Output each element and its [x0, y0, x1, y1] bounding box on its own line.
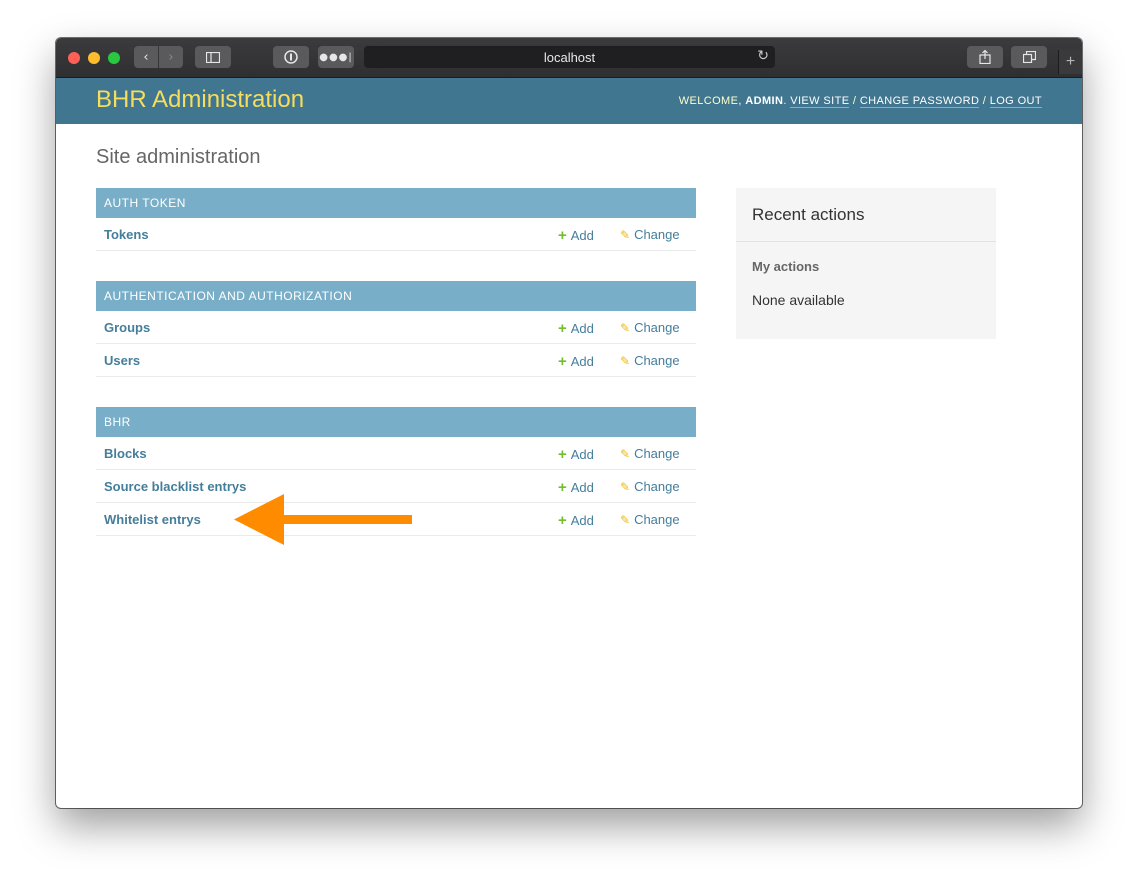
- module-caption[interactable]: BHR: [96, 407, 696, 437]
- add-label: Add: [570, 321, 594, 336]
- module-caption[interactable]: Authentication and Authorization: [96, 281, 696, 311]
- pencil-icon: ✎: [620, 354, 631, 368]
- share-button[interactable]: [967, 46, 1003, 68]
- pencil-icon: ✎: [620, 513, 631, 527]
- change-link[interactable]: ✎ Change: [620, 320, 680, 335]
- table-row: Blocks + Add ✎ Change: [96, 437, 696, 470]
- maximize-window-button[interactable]: [108, 52, 120, 64]
- model-link-whitelist-entrys[interactable]: Whitelist entrys: [104, 512, 201, 527]
- sidebar-toggle-button[interactable]: [195, 46, 231, 68]
- add-link[interactable]: + Add: [558, 353, 594, 370]
- close-window-button[interactable]: [68, 52, 80, 64]
- pencil-icon: ✎: [620, 480, 631, 494]
- change-link[interactable]: ✎ Change: [620, 446, 680, 461]
- change-label: Change: [634, 512, 680, 527]
- address-bar[interactable]: localhost ↻: [364, 46, 775, 68]
- separator: /: [849, 95, 860, 107]
- browser-toolbar: ‹ › ●●●| localhost ↻ +: [56, 38, 1082, 78]
- change-label: Change: [634, 479, 680, 494]
- change-label: Change: [634, 227, 680, 242]
- plus-icon: +: [1065, 53, 1076, 70]
- plus-icon: +: [558, 353, 567, 370]
- plus-icon: +: [558, 446, 567, 463]
- add-link[interactable]: + Add: [558, 320, 594, 337]
- page-title: Site administration: [96, 146, 261, 168]
- table-row: Tokens + Add ✎ Change: [96, 218, 696, 251]
- change-link[interactable]: ✎ Change: [620, 512, 680, 527]
- no-actions-text: None available: [752, 292, 845, 308]
- admin-header: BHR Administration Welcome, admin. View …: [56, 78, 1082, 124]
- welcome-text: Welcome,: [678, 95, 746, 107]
- tab-overview-button[interactable]: [1011, 46, 1047, 68]
- site-brand[interactable]: BHR Administration: [96, 86, 304, 114]
- url-text: localhost: [543, 49, 596, 65]
- add-label: Add: [570, 228, 594, 243]
- add-link[interactable]: + Add: [558, 227, 594, 244]
- plus-icon: +: [558, 512, 567, 529]
- forward-button[interactable]: ›: [159, 46, 183, 68]
- plus-icon: +: [558, 320, 567, 337]
- change-link[interactable]: ✎ Change: [620, 353, 680, 368]
- view-site-link[interactable]: View site: [790, 95, 850, 108]
- separator: /: [979, 95, 990, 107]
- back-button[interactable]: ‹: [134, 46, 158, 68]
- more-icon: ●●●|: [319, 51, 353, 63]
- change-label: Change: [634, 446, 680, 461]
- password-manager-button[interactable]: [273, 46, 309, 68]
- minimize-window-button[interactable]: [88, 52, 100, 64]
- add-link[interactable]: + Add: [558, 446, 594, 463]
- model-link-groups[interactable]: Groups: [104, 320, 150, 335]
- pencil-icon: ✎: [620, 447, 631, 461]
- new-tab-button[interactable]: +: [1058, 50, 1082, 74]
- module-caption[interactable]: Auth Token: [96, 188, 696, 218]
- username: admin: [745, 95, 784, 107]
- change-link[interactable]: ✎ Change: [620, 227, 680, 242]
- recent-actions-title: Recent actions: [736, 188, 996, 242]
- add-link[interactable]: + Add: [558, 479, 594, 496]
- browser-window: ‹ › ●●●| localhost ↻ + BHR Administratio…: [56, 38, 1082, 808]
- sidebar-icon: [206, 51, 220, 63]
- table-row: Users + Add ✎ Change: [96, 344, 696, 377]
- extensions-button[interactable]: ●●●|: [318, 46, 354, 68]
- reload-icon[interactable]: ↻: [757, 48, 769, 64]
- change-password-link[interactable]: Change password: [859, 95, 980, 108]
- password-manager-icon: [284, 50, 298, 64]
- arrow-left-icon: [234, 494, 412, 545]
- log-out-link[interactable]: Log out: [989, 95, 1042, 108]
- table-row: Groups + Add ✎ Change: [96, 311, 696, 344]
- pencil-icon: ✎: [620, 321, 631, 335]
- add-label: Add: [570, 480, 594, 495]
- pencil-icon: ✎: [620, 228, 631, 242]
- plus-icon: +: [558, 479, 567, 496]
- user-tools: Welcome, admin. View site / Change passw…: [678, 95, 1042, 108]
- model-link-blocks[interactable]: Blocks: [104, 446, 147, 461]
- add-label: Add: [570, 513, 594, 528]
- add-link[interactable]: + Add: [558, 512, 594, 529]
- plus-icon: +: [558, 227, 567, 244]
- model-link-tokens[interactable]: Tokens: [104, 227, 149, 242]
- change-label: Change: [634, 353, 680, 368]
- add-label: Add: [570, 354, 594, 369]
- share-icon: [979, 50, 991, 64]
- change-label: Change: [634, 320, 680, 335]
- module-auth-token: Auth Token Tokens + Add ✎ Change: [96, 188, 696, 251]
- module-authentication: Authentication and Authorization Groups …: [96, 281, 696, 377]
- model-link-users[interactable]: Users: [104, 353, 140, 368]
- tabs-icon: [1022, 51, 1036, 63]
- add-label: Add: [570, 447, 594, 462]
- change-link[interactable]: ✎ Change: [620, 479, 680, 494]
- recent-actions-panel: Recent actions My actions None available: [736, 188, 996, 339]
- my-actions-heading: My actions: [752, 259, 820, 274]
- model-link-source-blacklist-entrys[interactable]: Source blacklist entrys: [104, 479, 246, 494]
